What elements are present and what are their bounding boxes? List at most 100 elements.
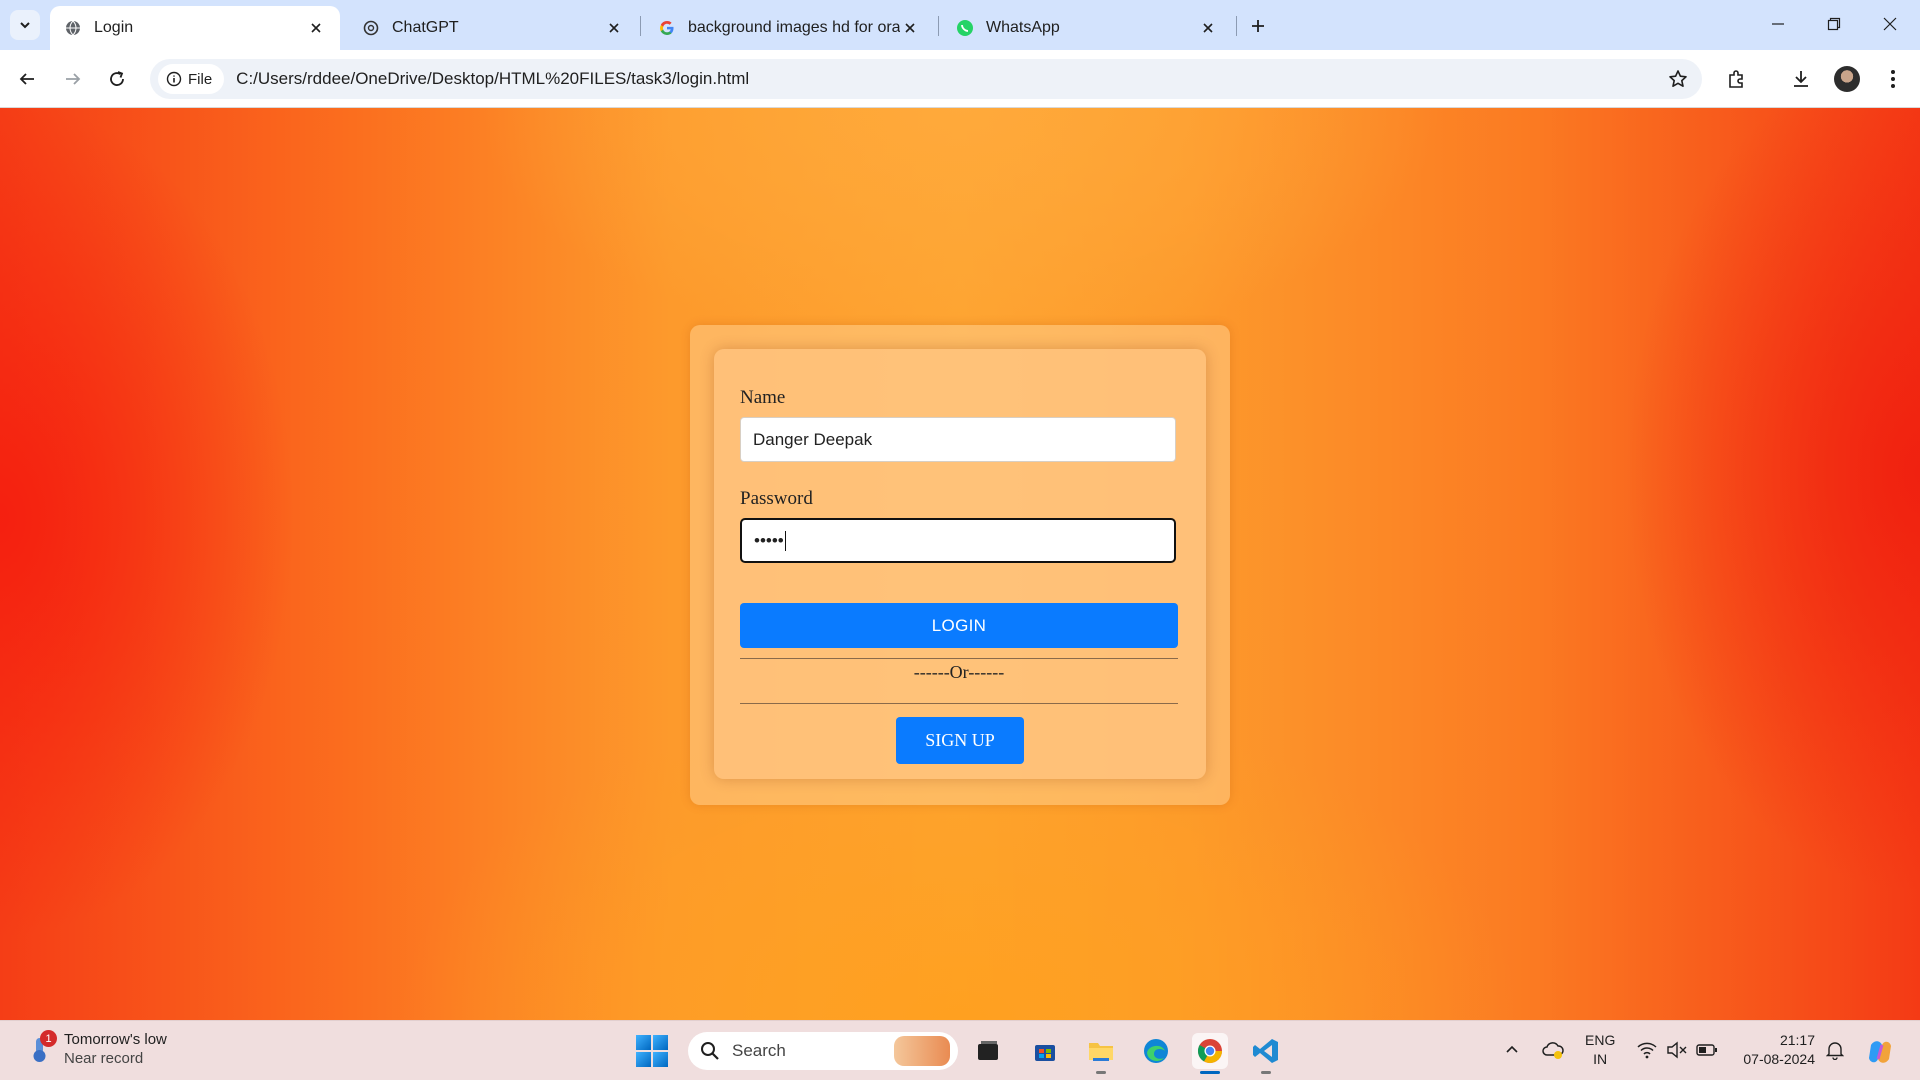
new-tab-button[interactable]	[1244, 12, 1272, 40]
windows-logo-tile	[653, 1052, 668, 1067]
tab-title: Login	[94, 19, 134, 36]
store-icon	[1035, 1045, 1055, 1061]
divider	[740, 703, 1178, 704]
search-placeholder: Search	[732, 1041, 786, 1060]
clock-date: 07-08-2024	[1743, 1051, 1815, 1067]
thermometer-icon: 1	[28, 1030, 57, 1064]
minimize-icon	[1772, 23, 1784, 25]
chatgpt-icon	[362, 19, 380, 37]
taskbar-search-box[interactable]: Search	[688, 1032, 958, 1070]
taskbar-chrome[interactable]	[1192, 1033, 1228, 1074]
chrome-icon	[1197, 1039, 1222, 1064]
weather-widget[interactable]: 1 Tomorrow's low Near record	[28, 1030, 167, 1067]
tab-search-button[interactable]	[10, 10, 40, 40]
vscode-icon	[1253, 1039, 1278, 1063]
system-clock[interactable]: 21:17 07-08-2024	[1735, 1031, 1815, 1069]
downloads-button[interactable]	[1784, 62, 1818, 96]
password-label: Password	[740, 488, 813, 509]
signup-button[interactable]: SIGN UP	[896, 717, 1024, 764]
restore-button[interactable]	[1814, 8, 1854, 40]
search-icon	[701, 1042, 719, 1060]
start-button[interactable]	[636, 1035, 668, 1067]
weather-subtitle: Near record	[64, 1050, 144, 1067]
notification-badge: 1	[40, 1030, 57, 1047]
login-page: Name Danger Deepak Password ••••• LOGIN …	[0, 108, 1920, 1020]
divider	[740, 658, 1178, 659]
copilot-button[interactable]	[1862, 1035, 1898, 1069]
tab-separator	[1236, 16, 1237, 36]
tab-login[interactable]: Login	[50, 6, 340, 50]
close-icon[interactable]	[306, 18, 326, 38]
close-icon[interactable]	[1198, 18, 1218, 38]
tab-separator	[938, 16, 939, 36]
login-button[interactable]: LOGIN	[740, 603, 1178, 648]
login-form: Name Danger Deepak Password ••••• LOGIN …	[714, 349, 1206, 779]
tab-google-search[interactable]: background images hd for oran	[644, 6, 934, 50]
tab-title: WhatsApp	[986, 19, 1060, 36]
tab-title: background images hd for oran	[688, 19, 900, 36]
profile-button[interactable]	[1830, 62, 1864, 96]
taskbar-store[interactable]	[1027, 1033, 1063, 1069]
whatsapp-icon	[956, 19, 974, 37]
browser-toolbar: File C:/Users/rddee/OneDrive/Desktop/HTM…	[0, 50, 1920, 108]
site-info-chip[interactable]: File	[158, 64, 225, 94]
running-indicator	[1261, 1071, 1271, 1074]
back-button[interactable]	[10, 62, 44, 96]
browser-menu-button[interactable]	[1876, 62, 1910, 96]
taskbar-task-view[interactable]	[970, 1033, 1006, 1069]
globe-icon	[64, 19, 82, 37]
search-highlight-illustration	[894, 1036, 950, 1066]
info-icon	[166, 71, 182, 87]
text-caret	[784, 530, 786, 551]
browser-tab-strip: Login ChatGPT background images hd for o…	[0, 0, 1920, 50]
google-icon	[658, 19, 676, 37]
name-input[interactable]: Danger Deepak	[740, 417, 1176, 462]
weather-title: Tomorrow's low	[64, 1031, 167, 1048]
language-indicator[interactable]: ENG IN	[1585, 1031, 1615, 1069]
forward-button[interactable]	[56, 62, 90, 96]
close-icon[interactable]	[900, 18, 920, 38]
show-hidden-icons-button[interactable]	[1500, 1035, 1524, 1065]
clock-time: 21:17	[1779, 1032, 1815, 1048]
plus-icon	[1252, 20, 1264, 32]
avatar	[1834, 66, 1860, 92]
more-vertical-icon	[1891, 70, 1895, 88]
copilot-icon	[1869, 1041, 1891, 1063]
taskbar-edge[interactable]	[1138, 1033, 1174, 1069]
windows-logo-tile	[653, 1035, 668, 1050]
region-code: IN	[1593, 1051, 1608, 1067]
battery-tray[interactable]	[1694, 1035, 1720, 1065]
onedrive-tray[interactable]	[1538, 1035, 1568, 1065]
restore-icon	[1827, 17, 1841, 31]
download-icon	[1794, 71, 1808, 87]
login-card-frame: Name Danger Deepak Password ••••• LOGIN …	[690, 325, 1230, 805]
password-input[interactable]: •••••	[740, 518, 1176, 563]
tab-chatgpt[interactable]: ChatGPT	[348, 6, 638, 50]
or-separator-text: ------Or------	[913, 662, 1005, 682]
taskbar-vscode[interactable]	[1248, 1033, 1284, 1074]
password-input-value: •••••	[754, 530, 784, 550]
minimize-button[interactable]	[1758, 8, 1798, 40]
bell-icon	[1826, 1042, 1844, 1060]
cloud-warning-icon	[1542, 1042, 1564, 1059]
running-indicator	[1200, 1071, 1220, 1074]
wifi-tray[interactable]	[1634, 1035, 1660, 1065]
extensions-button[interactable]	[1719, 62, 1753, 96]
close-icon	[1883, 17, 1897, 31]
tab-whatsapp[interactable]: WhatsApp	[942, 6, 1232, 50]
taskbar-file-explorer[interactable]	[1083, 1033, 1119, 1074]
notifications-button[interactable]	[1822, 1035, 1848, 1065]
close-icon[interactable]	[604, 18, 624, 38]
reload-button[interactable]	[100, 62, 134, 96]
puzzle-icon	[1729, 70, 1743, 88]
site-info-label: File	[188, 70, 213, 88]
reload-icon	[110, 71, 124, 86]
arrow-right-icon	[66, 73, 81, 85]
url-text[interactable]: C:/Users/rddee/OneDrive/Desktop/HTML%20F…	[236, 69, 749, 89]
close-window-button[interactable]	[1870, 8, 1910, 40]
folder-icon	[1089, 1043, 1113, 1061]
wifi-icon	[1637, 1042, 1657, 1059]
volume-tray[interactable]	[1664, 1035, 1690, 1065]
address-bar[interactable]: File C:/Users/rddee/OneDrive/Desktop/HTM…	[150, 59, 1702, 99]
bookmark-star-icon[interactable]	[1666, 67, 1690, 91]
